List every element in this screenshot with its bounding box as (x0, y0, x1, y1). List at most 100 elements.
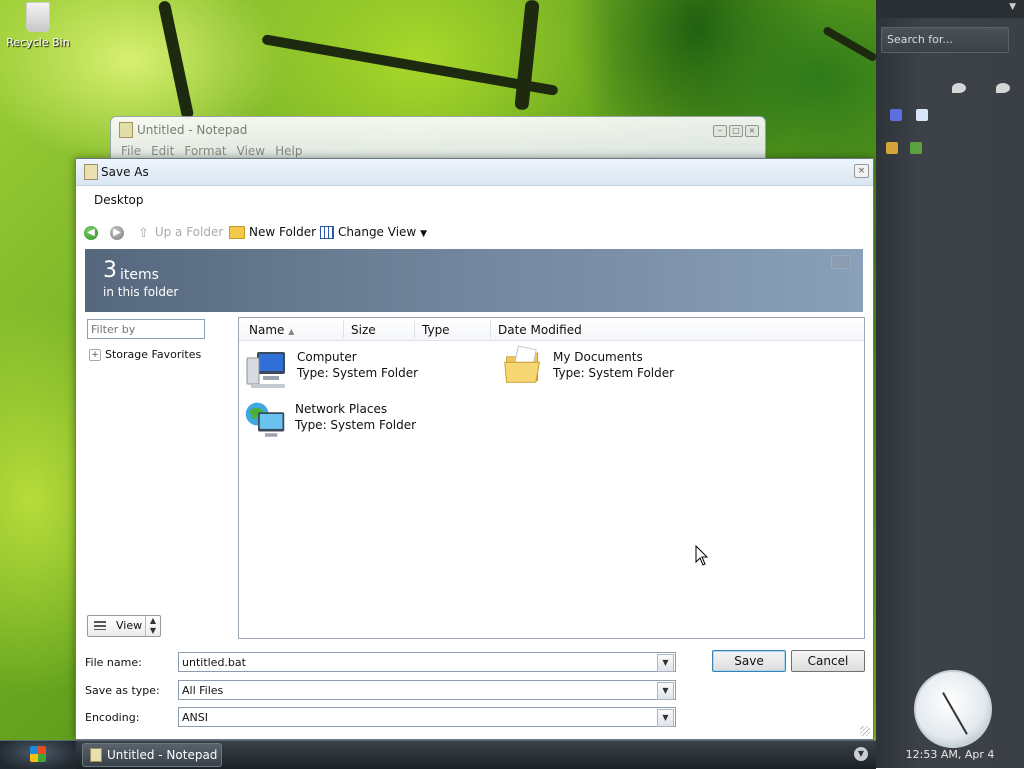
feed-bubble-icon[interactable] (996, 83, 1010, 93)
column-header-row: Name ▲ Size Type Date Modified (239, 318, 864, 341)
file-type: Type: System Folder (295, 418, 417, 432)
storage-favorites-item[interactable]: + Storage Favorites (89, 348, 201, 361)
maximize-icon[interactable]: □ (729, 125, 743, 137)
notes-bubble-icon[interactable] (952, 83, 966, 93)
forward-button[interactable]: ▶ (110, 225, 124, 240)
column-divider[interactable] (490, 320, 491, 338)
spinner-icon[interactable]: ▲ ▼ (145, 616, 160, 636)
network-places-icon (245, 402, 285, 437)
up-folder-button[interactable]: ⇧ Up a Folder (138, 225, 223, 241)
filter-input[interactable] (87, 319, 205, 339)
sidebar: ▼ Search for... 12:53 AM, Apr 4 (876, 0, 1024, 768)
sidebar-search-input[interactable]: Search for... (881, 27, 1009, 53)
close-icon[interactable]: × (854, 164, 869, 178)
file-name-value: untitled.bat (182, 656, 246, 669)
recycle-bin[interactable]: Recycle Bin (6, 2, 70, 49)
view-grid-icon (320, 226, 334, 239)
cancel-button[interactable]: Cancel (791, 650, 865, 672)
menu-file[interactable]: File (121, 144, 141, 158)
file-name: My Documents (553, 350, 643, 364)
close-icon[interactable]: × (745, 125, 759, 137)
notepad-window[interactable]: Untitled - Notepad – □ × File Edit Format Vie… (110, 116, 766, 164)
storage-favorites-label: Storage Favorites (105, 348, 202, 361)
encoding-label: Encoding: (85, 711, 140, 724)
clock-gadget[interactable] (914, 670, 992, 748)
clock-text: 12:53 AM, Apr 4 (905, 748, 995, 761)
new-folder-button[interactable]: New Folder (229, 225, 316, 239)
gadget-icon[interactable] (910, 142, 922, 154)
new-folder-icon (229, 226, 245, 239)
column-date-modified[interactable]: Date Modified (498, 323, 582, 337)
encoding-select[interactable]: ANSI ▼ (178, 707, 676, 727)
taskbar: Untitled - Notepad ▼ (0, 740, 876, 769)
save-button[interactable]: Save (712, 650, 786, 672)
notepad-icon (84, 164, 98, 180)
save-as-type-label: Save as type: (85, 684, 160, 697)
start-button[interactable] (0, 741, 76, 769)
new-folder-label: New Folder (249, 225, 317, 239)
gadget-icon[interactable] (916, 109, 928, 121)
chevron-down-icon[interactable]: ▼ (657, 654, 674, 672)
taskbar-item-notepad[interactable]: Untitled - Notepad (82, 743, 222, 767)
back-arrow-icon: ◀ (84, 225, 98, 240)
taskbar-item-label: Untitled - Notepad (107, 748, 218, 762)
notepad-icon (90, 748, 102, 762)
change-view-button[interactable]: Change View ▼ (320, 225, 427, 239)
mouse-cursor-icon (695, 545, 709, 566)
menu-format[interactable]: Format (184, 144, 226, 158)
column-type[interactable]: Type (422, 323, 450, 337)
file-type: Type: System Folder (553, 366, 675, 380)
view-button[interactable]: View ▲ ▼ (87, 615, 161, 637)
column-divider[interactable] (414, 320, 415, 338)
back-button[interactable]: ◀ (84, 225, 98, 240)
chevron-down-icon[interactable]: ▼ (657, 709, 674, 727)
expand-icon[interactable]: + (89, 349, 101, 361)
menu-help[interactable]: Help (275, 144, 302, 158)
file-type: Type: System Folder (297, 366, 419, 380)
wallpaper-stem (261, 34, 559, 96)
file-name: Computer (297, 350, 357, 364)
save-as-type-select[interactable]: All Files ▼ (178, 680, 676, 700)
menu-edit[interactable]: Edit (151, 144, 174, 158)
sort-ascending-icon: ▲ (288, 327, 295, 336)
change-view-label: Change View (338, 225, 417, 239)
dialog-title: Save As (101, 165, 149, 179)
column-divider[interactable] (343, 320, 344, 338)
wallpaper-stem (157, 0, 195, 120)
wallpaper-stem (514, 0, 540, 111)
tray-expand-icon[interactable]: ▼ (854, 747, 868, 761)
up-folder-icon: ⇧ (138, 225, 149, 241)
list-view-icon (94, 621, 106, 630)
save-as-dialog: Save As × Desktop ◀ ▶ ⇧ Up a Folder New … (75, 158, 874, 740)
column-name[interactable]: Name ▲ (249, 323, 294, 337)
banner-toggle-button[interactable] (831, 255, 851, 269)
recycle-bin-label: Recycle Bin (6, 36, 70, 49)
menu-view[interactable]: View (237, 144, 265, 158)
notepad-icon (119, 122, 133, 138)
item-count: 3 (103, 258, 117, 283)
computer-icon (246, 352, 285, 388)
sidebar-header: ▼ (876, 0, 1024, 18)
chevron-down-icon[interactable]: ▼ (657, 682, 674, 700)
encoding-value: ANSI (182, 711, 208, 724)
items-word: items (120, 267, 159, 283)
windows-logo-icon (30, 746, 46, 762)
wallpaper-stem (822, 25, 876, 63)
save-as-type-value: All Files (182, 684, 224, 697)
column-size[interactable]: Size (351, 323, 376, 337)
documents-folder-icon (504, 345, 540, 383)
chevron-down-icon[interactable]: ▼ (1009, 2, 1016, 12)
folder-info-banner: 3 items in this folder (85, 249, 863, 312)
clock-minute-hand (952, 709, 968, 735)
file-name-field[interactable]: untitled.bat ▼ (178, 652, 676, 672)
resize-grip[interactable] (860, 726, 870, 736)
clock-hour-hand (942, 692, 954, 711)
gadget-icon[interactable] (890, 109, 902, 121)
address-bar[interactable]: Desktop (94, 193, 144, 207)
minimize-icon[interactable]: – (713, 125, 727, 137)
gadget-icon[interactable] (886, 142, 898, 154)
chevron-down-icon: ▼ (420, 229, 427, 239)
file-name-label: File name: (85, 656, 142, 669)
notepad-window-controls: – □ × (711, 122, 759, 137)
navigation-pane: + Storage Favorites View ▲▼ (85, 317, 236, 639)
